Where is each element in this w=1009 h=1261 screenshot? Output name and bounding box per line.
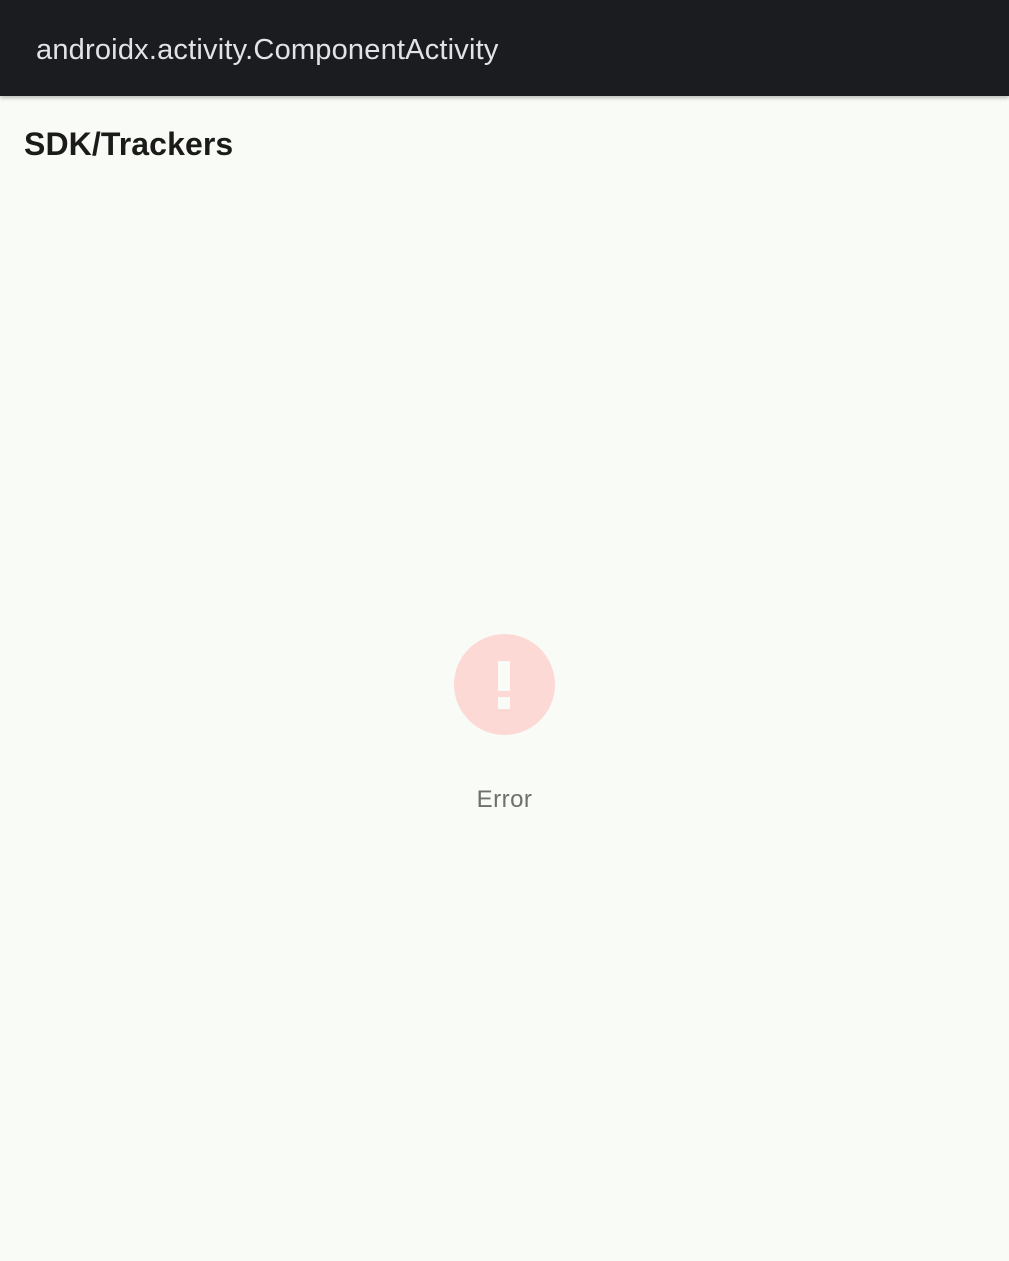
exclamation-dot bbox=[498, 697, 510, 709]
exclamation-bar bbox=[498, 661, 510, 691]
error-message: Error bbox=[476, 786, 533, 813]
page-title: SDK/Trackers bbox=[24, 126, 234, 162]
app-bar-title: androidx.activity.ComponentActivity bbox=[36, 33, 499, 66]
app-bar: androidx.activity.ComponentActivity bbox=[0, 0, 1009, 96]
error-state: Error bbox=[0, 634, 1009, 814]
error-exclamation-icon bbox=[454, 634, 555, 735]
